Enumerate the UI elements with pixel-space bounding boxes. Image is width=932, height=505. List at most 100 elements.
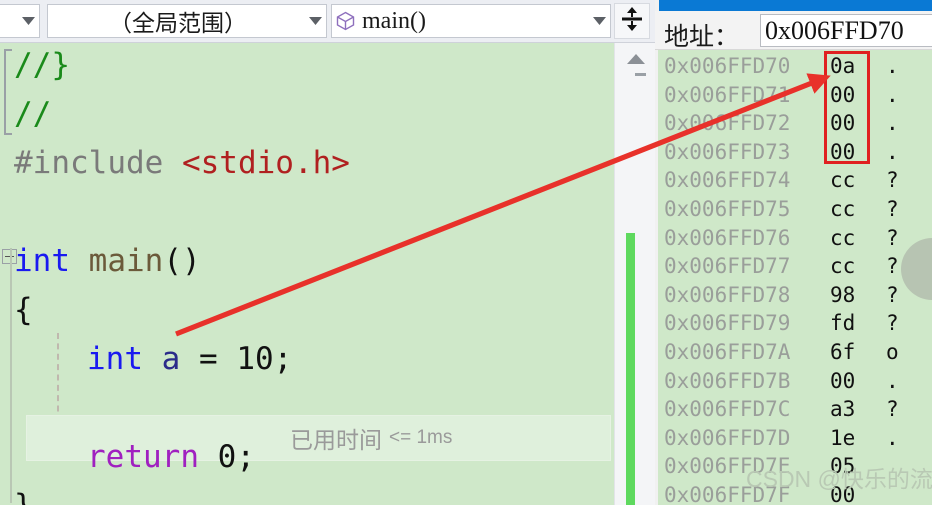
memory-row-address: 0x006FFD76 (664, 225, 791, 250)
memory-row-char: ? (886, 254, 899, 279)
code-token: () (163, 243, 201, 279)
split-view-button[interactable] (614, 3, 650, 39)
code-token: = (180, 341, 237, 377)
memory-window-pane: 地址： 0x006FFD70 0x006FFD70 0a. 0x006FFD71 00… (655, 0, 932, 505)
memory-row-hex: 00 (830, 368, 856, 393)
screenshot-root: （全局范围） main() //} // #include <stdio.h> … (0, 0, 932, 505)
memory-row-address: 0x006FFD7D (664, 425, 791, 450)
editor-vertical-scrollbar[interactable] (614, 43, 655, 505)
code-line: #include <stdio.h> (0, 139, 614, 188)
memory-row[interactable]: 0x006FFD77 cc? (658, 252, 932, 281)
memory-row-char: ? (886, 397, 899, 422)
scroll-up-arrow-icon[interactable] (615, 47, 656, 71)
memory-row-char: . (886, 139, 899, 164)
code-token: main (88, 243, 164, 279)
memory-row-hex: 6f (830, 340, 856, 364)
memory-row[interactable]: 0x006FFD75 cc? (658, 195, 932, 224)
code-token: 10 (236, 341, 274, 377)
code-line: //} (0, 43, 614, 90)
memory-row-char: . (886, 54, 899, 78)
memory-row[interactable]: 0x006FFD79 fd? (658, 309, 932, 338)
editor-navigation-bar: （全局范围） main() (0, 0, 655, 43)
memory-address-label: 地址： (664, 24, 740, 51)
symbol-selector-value: main() (362, 7, 426, 34)
memory-row[interactable]: 0x006FFD7C a3? (658, 395, 932, 424)
code-token: ; (236, 439, 255, 475)
memory-row-char: ? (886, 282, 899, 307)
memory-row-hex: fd (830, 311, 856, 336)
code-token: int (87, 341, 162, 377)
memory-dump-list[interactable]: 0x006FFD70 0a. 0x006FFD71 00. 0x006FFD72 00. 0… (658, 50, 932, 505)
code-line: int main() (0, 237, 614, 286)
memory-row-hex: a3 (830, 397, 856, 422)
memory-row-address: 0x006FFD75 (664, 197, 791, 221)
memory-row-address: 0x006FFD7A (664, 340, 791, 364)
symbol-selector-combo[interactable]: main() (331, 4, 611, 38)
memory-row[interactable]: 0x006FFD71 00. (658, 81, 932, 110)
code-token: #include (14, 145, 182, 181)
memory-row-address: 0x006FFD71 (664, 82, 791, 107)
memory-row-hex: cc (830, 197, 856, 221)
memory-row-char: . (886, 111, 899, 136)
code-token: return (87, 439, 218, 475)
code-text-area[interactable]: //} // #include <stdio.h> int main() { int a … (0, 43, 614, 505)
memory-row-hex: cc (830, 254, 856, 279)
code-token: // (14, 96, 52, 132)
scope-selector-combo[interactable]: （全局范围） (47, 4, 327, 38)
memory-row-char: . (886, 425, 899, 450)
memory-row-char: ? (886, 197, 899, 221)
code-line: { (0, 286, 614, 335)
memory-row[interactable]: 0x006FFD74 cc? (658, 166, 932, 195)
unsaved-change-indicator (626, 233, 635, 505)
memory-row-char: ? (886, 168, 899, 193)
memory-row[interactable]: 0x006FFD7D 1e. (658, 424, 932, 453)
code-token: a (161, 341, 181, 377)
memory-window-titlebar (659, 0, 932, 11)
memory-window-toolbar: 地址： 0x006FFD70 (655, 11, 932, 51)
cube-icon (332, 11, 358, 31)
memory-row-char: o (886, 340, 899, 364)
scope-selector-value: （全局范围） (109, 11, 247, 36)
memory-row[interactable]: 0x006FFD76 cc? (658, 224, 932, 253)
memory-row-address: 0x006FFD78 (664, 282, 791, 307)
memory-row[interactable]: 0x006FFD72 00. (658, 109, 932, 138)
memory-row-address: 0x006FFD72 (664, 111, 791, 136)
memory-row-hex: 98 (830, 282, 856, 307)
code-token: int (14, 243, 89, 279)
memory-row[interactable]: 0x006FFD70 0a. (658, 52, 932, 81)
code-editor-pane: （全局范围） main() //} // #include <stdio.h> … (0, 0, 655, 505)
code-line: int a = 10; (0, 335, 614, 384)
memory-row[interactable]: 0x006FFD7B 00. (658, 367, 932, 396)
memory-row-char: ? (886, 311, 899, 336)
memory-row-address: 0x006FFD7B (664, 368, 791, 393)
memory-row-address: 0x006FFD73 (664, 139, 791, 164)
memory-row-char: . (886, 82, 899, 107)
code-token: <stdio.h> (181, 145, 350, 181)
memory-row[interactable]: 0x006FFD78 98? (658, 281, 932, 310)
memory-row-address: 0x006FFD74 (664, 168, 791, 193)
code-line: // (0, 90, 614, 139)
memory-row-hex: 1e (830, 425, 856, 450)
memory-row-address: 0x006FFD77 (664, 254, 791, 279)
code-token: ; (273, 341, 293, 377)
code-line: return 0; (0, 433, 614, 482)
code-token: 0 (217, 439, 237, 475)
code-token: } (14, 488, 33, 505)
code-line: } (0, 482, 614, 505)
memory-row-address: 0x006FFD79 (664, 311, 791, 336)
code-token: //} (14, 47, 70, 83)
watermark-text: CSDN @快乐的流畅 (746, 466, 932, 492)
memory-row[interactable]: 0x006FFD73 00. (658, 138, 932, 167)
project-selector-combo[interactable] (0, 4, 40, 38)
memory-row-hex: cc (830, 225, 856, 250)
memory-row[interactable]: 0x006FFD7A 6f o (658, 338, 932, 367)
memory-row-char: . (886, 368, 899, 393)
memory-row-hex: cc (830, 168, 856, 193)
code-token: { (14, 292, 33, 328)
memory-address-input[interactable]: 0x006FFD70 (760, 14, 932, 47)
memory-row-address: 0x006FFD7C (664, 397, 791, 422)
chevron-down-icon (588, 5, 610, 37)
memory-row-char: ? (886, 225, 899, 250)
